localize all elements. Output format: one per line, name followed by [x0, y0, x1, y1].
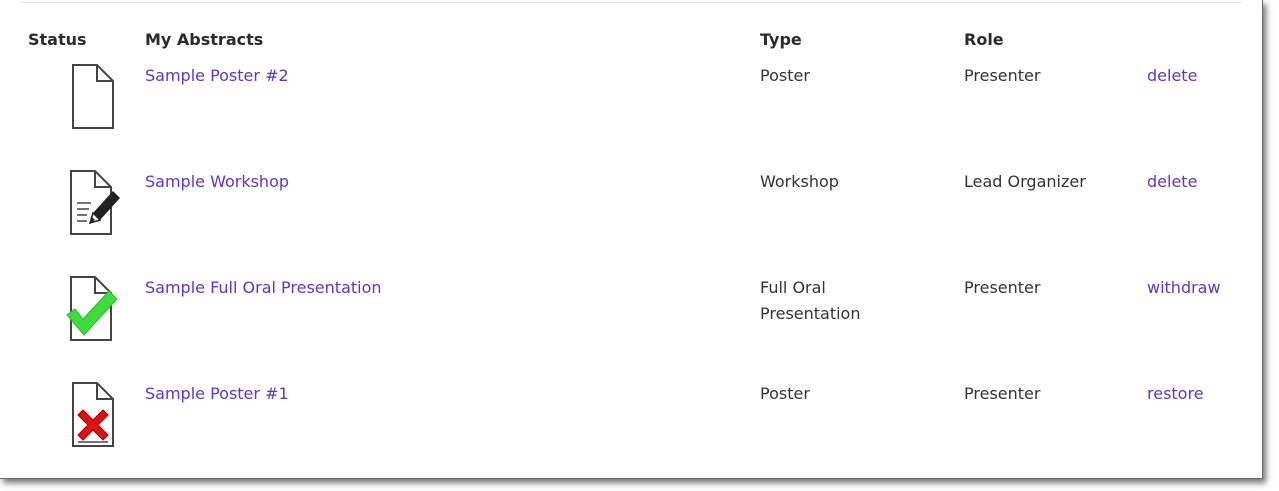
action-cell: restore [1147, 381, 1238, 461]
action-cell: delete [1147, 169, 1238, 275]
top-divider [20, 2, 1242, 3]
abstract-title-link[interactable]: Sample Workshop [145, 172, 289, 191]
header-type: Type [760, 30, 802, 49]
header-my-abstracts: My Abstracts [145, 30, 264, 49]
type-cell: Poster [760, 66, 810, 85]
type-line-2: Presentation [760, 304, 861, 323]
draft-document-pencil-icon [57, 169, 120, 239]
status-cell [28, 169, 145, 275]
abstract-title-cell: Sample Poster #2 [145, 63, 760, 169]
abstracts-table: Status My Abstracts Type Role Sample Pos… [28, 22, 1238, 461]
abstracts-panel: Status My Abstracts Type Role Sample Pos… [0, 0, 1263, 479]
withdraw-link[interactable]: withdraw [1147, 278, 1221, 297]
role-cell: Lead Organizer [964, 172, 1086, 191]
table-row: Sample Poster #1 Poster Presenter restor… [28, 381, 1238, 461]
role-cell: Presenter [964, 278, 1041, 297]
abstract-title-link[interactable]: Sample Poster #1 [145, 384, 289, 403]
header-status: Status [28, 30, 87, 49]
table-row: Sample Poster #2 Poster Presenter delete [28, 63, 1238, 169]
abstract-title-cell: Sample Full Oral Presentation [145, 275, 760, 381]
type-cell: Full Oral Presentation [760, 275, 964, 381]
status-cell [28, 275, 145, 381]
role-cell: Presenter [964, 66, 1041, 85]
action-cell: delete [1147, 63, 1238, 169]
status-cell [28, 63, 145, 169]
table-header-row: Status My Abstracts Type Role [28, 22, 1238, 63]
delete-link[interactable]: delete [1147, 66, 1197, 85]
type-cell: Poster [760, 384, 810, 403]
delete-link[interactable]: delete [1147, 172, 1197, 191]
abstract-title-cell: Sample Poster #1 [145, 381, 760, 461]
abstract-title-link[interactable]: Sample Full Oral Presentation [145, 278, 382, 297]
action-cell: withdraw [1147, 275, 1238, 381]
blank-document-icon [57, 63, 117, 133]
status-cell [28, 381, 145, 461]
table-row: Sample Full Oral Presentation Full Oral … [28, 275, 1238, 381]
table-row: Sample Workshop Workshop Lead Organizer … [28, 169, 1238, 275]
type-cell: Workshop [760, 172, 839, 191]
restore-link[interactable]: restore [1147, 384, 1204, 403]
role-cell: Presenter [964, 384, 1041, 403]
abstract-title-link[interactable]: Sample Poster #2 [145, 66, 289, 85]
submitted-document-checkmark-icon [57, 275, 118, 345]
type-line-1: Full Oral [760, 278, 826, 297]
abstract-title-cell: Sample Workshop [145, 169, 760, 275]
header-role: Role [964, 30, 1004, 49]
withdrawn-document-x-icon [57, 381, 117, 451]
header-action [1147, 22, 1238, 63]
